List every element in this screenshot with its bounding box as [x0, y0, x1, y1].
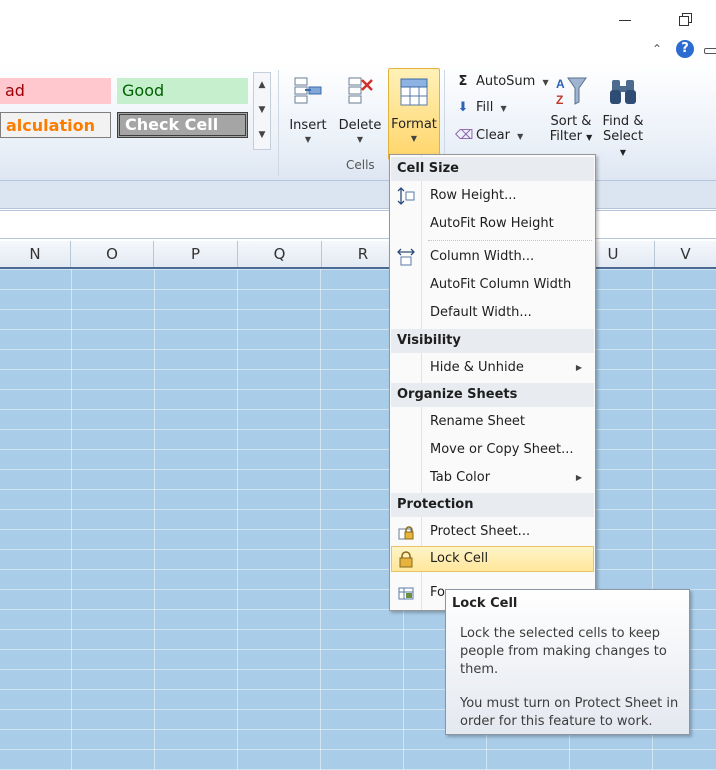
row-height-icon [397, 187, 415, 205]
menu-item-label: Row Height... [430, 188, 517, 203]
style-bad[interactable]: ad [0, 78, 111, 104]
sort-filter-icon: A Z [554, 74, 588, 108]
find-select-button[interactable]: Find & Select ▼ [600, 74, 646, 159]
binoculars-icon [606, 74, 640, 108]
sheet-toolbar-strip [0, 181, 716, 209]
sigma-icon: Σ [458, 74, 468, 89]
group-separator [278, 70, 279, 176]
scroll-down-icon[interactable]: ▼ [254, 98, 270, 123]
clear-button[interactable]: ⌫ Clear ▼ [455, 128, 523, 143]
menu-section-visibility: Visibility [391, 329, 594, 353]
style-check-cell[interactable]: Check Cell [117, 112, 248, 138]
dropdown-arrow-icon: ▼ [304, 135, 312, 144]
styles-gallery-scroll[interactable]: ▲ ▼ ▼ [253, 72, 271, 150]
format-dropdown-menu: Cell Size Row Height... AutoFit Row Heig… [389, 154, 596, 611]
fill-button[interactable]: ⬇ Fill ▼ [455, 100, 507, 115]
submenu-arrow-icon: ▶ [575, 363, 582, 372]
menu-item-move-copy-sheet[interactable]: Move or Copy Sheet... [391, 437, 594, 463]
column-header[interactable]: N [0, 241, 71, 267]
menu-item-row-height[interactable]: Row Height... [391, 183, 594, 209]
column-header[interactable]: Q [238, 241, 322, 267]
menu-item-label: Default Width... [430, 305, 532, 320]
column-header[interactable]: O [71, 241, 154, 267]
clear-label: Clear [476, 128, 510, 143]
menu-item-label: AutoFit Row Height [430, 216, 554, 231]
delete-label: Delete [338, 118, 382, 133]
sort-filter-line2: Filter ▼ [549, 129, 593, 144]
menu-item-tab-color[interactable]: Tab Color ▶ [391, 465, 594, 491]
formula-bar[interactable] [0, 210, 716, 239]
submenu-arrow-icon: ▶ [575, 473, 582, 482]
svg-text:Z: Z [556, 93, 563, 107]
menu-item-hide-unhide[interactable]: Hide & Unhide ▶ [391, 355, 594, 381]
format-label: Format [391, 117, 437, 132]
menu-item-column-width[interactable]: Column Width... [391, 244, 594, 270]
fill-label: Fill [476, 100, 494, 115]
format-button[interactable]: Format ▼ [388, 68, 440, 160]
menu-item-label: Column Width... [430, 249, 535, 264]
menu-section-protection: Protection [391, 493, 594, 517]
menu-section-cell-size: Cell Size [391, 157, 594, 181]
insert-button[interactable]: Insert ▼ [286, 74, 330, 144]
scroll-up-icon[interactable]: ▲ [254, 73, 270, 98]
menu-item-protect-sheet[interactable]: Protect Sheet... [391, 519, 594, 545]
tooltip-note: You must turn on Protect Sheet in order … [460, 696, 679, 729]
style-good[interactable]: Good [117, 78, 248, 104]
autosum-label: AutoSum [476, 74, 536, 89]
help-icon[interactable]: ? [676, 40, 694, 58]
protect-sheet-icon [397, 523, 415, 541]
sort-filter-line1: Sort & [550, 114, 592, 129]
minimize-button[interactable] [614, 8, 636, 30]
dropdown-arrow-icon: ▼ [410, 134, 418, 143]
dropdown-arrow-icon: ▼ [500, 104, 507, 113]
restore-button[interactable] [675, 8, 697, 30]
autosum-button[interactable]: Σ AutoSum ▼ [455, 74, 549, 89]
menu-item-label: Fo [430, 585, 445, 600]
delete-button[interactable]: Delete ▼ [337, 74, 383, 144]
column-header[interactable]: P [154, 241, 238, 267]
delete-cells-icon [343, 74, 377, 108]
eraser-icon: ⌫ [455, 128, 474, 143]
menu-section-organize-sheets: Organize Sheets [391, 383, 594, 407]
gallery-more-icon[interactable]: ▼ [254, 123, 270, 148]
insert-cells-icon [291, 74, 325, 108]
dropdown-arrow-icon: ▼ [517, 132, 524, 141]
menu-item-label: Tab Color [430, 470, 491, 485]
ribbon: ad Good alculation Check Cell ▲ ▼ ▼ Inse… [0, 62, 716, 181]
dropdown-arrow-icon: ▼ [356, 135, 364, 144]
find-select-line2: Select ▼ [602, 129, 644, 157]
svg-text:A: A [556, 77, 565, 91]
style-calculation[interactable]: alculation [0, 112, 111, 138]
lock-icon [397, 550, 415, 568]
menu-item-label: Protect Sheet... [430, 524, 531, 539]
menu-item-label: Rename Sheet [430, 414, 526, 429]
minimize-document-icon[interactable] [704, 48, 716, 54]
tooltip-body: Lock the selected cells to keep people f… [460, 626, 667, 677]
sort-filter-button[interactable]: A Z Sort & Filter ▼ [548, 74, 594, 144]
ribbon-controls-row: ⌃ ? [0, 40, 716, 62]
column-header[interactable]: V [655, 241, 716, 267]
menu-item-label: Move or Copy Sheet... [430, 442, 574, 457]
menu-item-label: AutoFit Column Width [430, 277, 572, 292]
column-headers: N O P Q R S T U V [0, 241, 716, 269]
menu-item-label: Lock Cell [430, 551, 489, 566]
minimize-ribbon-icon[interactable]: ⌃ [652, 42, 662, 56]
menu-item-label: Hide & Unhide [430, 360, 524, 375]
menu-separator [428, 240, 592, 241]
menu-item-default-width[interactable]: Default Width... [391, 300, 594, 326]
menu-item-lock-cell[interactable]: Lock Cell [391, 546, 594, 572]
tooltip-title: Lock Cell [452, 596, 518, 611]
fill-down-icon: ⬇ [457, 100, 469, 115]
find-select-line1: Find & [602, 114, 644, 129]
format-cells-icon [397, 75, 431, 109]
menu-item-rename-sheet[interactable]: Rename Sheet [391, 409, 594, 435]
column-width-icon [397, 248, 415, 266]
cells-group-label: Cells [346, 158, 375, 172]
insert-label: Insert [289, 118, 327, 133]
title-bar [0, 0, 716, 38]
format-cells-icon [397, 584, 415, 602]
menu-item-autofit-column-width[interactable]: AutoFit Column Width [391, 272, 594, 298]
menu-item-autofit-row-height[interactable]: AutoFit Row Height [391, 211, 594, 237]
lock-cell-tooltip: Lock Cell Lock the selected cells to kee… [445, 589, 690, 735]
